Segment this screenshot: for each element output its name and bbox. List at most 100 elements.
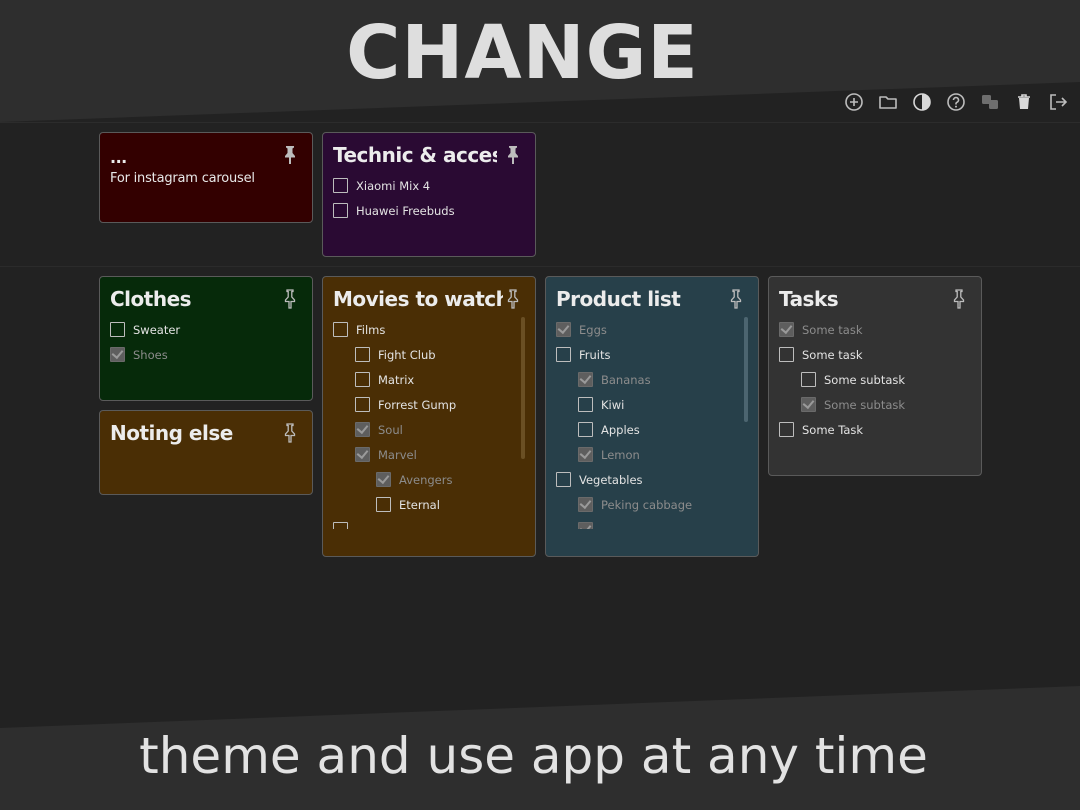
theme-contrast-icon <box>913 93 931 111</box>
promo-tagline: theme and use app at any time <box>139 727 928 785</box>
add-note-button[interactable] <box>842 90 866 114</box>
pin-icon[interactable] <box>505 289 521 309</box>
help-button[interactable] <box>944 90 968 114</box>
checklist-item-partial[interactable] <box>556 517 748 529</box>
checkbox[interactable] <box>355 422 370 437</box>
checklist-item[interactable]: Some subtask <box>779 367 971 392</box>
item-label: Sweater <box>133 322 181 337</box>
checklist-item[interactable]: Marvel <box>333 442 525 467</box>
checkbox[interactable] <box>578 522 593 529</box>
checkbox[interactable] <box>779 347 794 362</box>
item-label: Avengers <box>399 472 453 487</box>
pin-icon[interactable] <box>282 145 298 165</box>
checklist-item[interactable]: Matrix <box>333 367 525 392</box>
checklist-item[interactable]: Avengers <box>333 467 525 492</box>
checkbox[interactable] <box>801 397 816 412</box>
checklist-item[interactable]: Fruits <box>556 342 748 367</box>
item-label: Vegetables <box>579 472 643 487</box>
note-movies[interactable]: Movies to watch Films Fight Club Matrix … <box>322 276 536 557</box>
checklist-item[interactable]: Apples <box>556 417 748 442</box>
add-icon <box>845 93 863 111</box>
pin-icon[interactable] <box>728 289 744 309</box>
checklist-item[interactable]: Some task <box>779 317 971 342</box>
checklist-item[interactable]: Xiaomi Mix 4 <box>333 173 525 198</box>
note-technic[interactable]: Technic & accessories Xiaomi Mix 4 Huawe… <box>322 132 536 257</box>
translate-icon <box>982 95 998 109</box>
note-tasks[interactable]: Tasks Some task Some task Some subtask S… <box>768 276 982 476</box>
checkbox[interactable] <box>333 522 348 529</box>
checkbox[interactable] <box>333 322 348 337</box>
note-noting-else[interactable]: Noting else <box>99 410 313 495</box>
checkbox[interactable] <box>110 322 125 337</box>
item-label: Marvel <box>378 447 417 462</box>
item-label: Kiwi <box>601 397 625 412</box>
checkbox[interactable] <box>355 372 370 387</box>
checklist-item[interactable]: Kiwi <box>556 392 748 417</box>
checklist-item[interactable]: Some Task <box>779 417 971 442</box>
checklist-item[interactable]: Shoes <box>110 342 302 367</box>
checkbox[interactable] <box>556 322 571 337</box>
item-label: Xiaomi Mix 4 <box>356 178 431 193</box>
theme-toggle-button[interactable] <box>910 90 934 114</box>
header-divider <box>0 122 1080 123</box>
checkbox[interactable] <box>556 347 571 362</box>
note-title: Tasks <box>779 287 839 311</box>
checklist-item-partial[interactable] <box>333 517 525 529</box>
checklist-item[interactable]: Bananas <box>556 367 748 392</box>
checklist-item[interactable]: Sweater <box>110 317 302 342</box>
checklist-item[interactable]: Eternal <box>333 492 525 517</box>
checklist-item[interactable]: Vegetables <box>556 467 748 492</box>
checklist-item[interactable]: Peking cabbage <box>556 492 748 517</box>
folders-button[interactable] <box>876 90 900 114</box>
item-label: Films <box>356 322 386 337</box>
item-label: Matrix <box>378 372 415 387</box>
pin-icon[interactable] <box>505 145 521 165</box>
checklist-item[interactable]: Some task <box>779 342 971 367</box>
section-divider <box>0 266 1080 267</box>
pin-icon[interactable] <box>951 289 967 309</box>
pin-icon[interactable] <box>282 289 298 309</box>
checkbox[interactable] <box>801 372 816 387</box>
checkbox[interactable] <box>779 322 794 337</box>
note-title: Noting else <box>110 421 233 445</box>
note-clothes[interactable]: Clothes Sweater Shoes <box>99 276 313 401</box>
checkbox[interactable] <box>355 347 370 362</box>
checkbox[interactable] <box>376 472 391 487</box>
checkbox[interactable] <box>333 178 348 193</box>
checklist-item[interactable]: Eggs <box>556 317 748 342</box>
note-product-list[interactable]: Product list Eggs Fruits Bananas Kiwi Ap… <box>545 276 759 557</box>
note-instagram[interactable]: ... For instagram carousel <box>99 132 313 223</box>
trash-button[interactable] <box>1012 90 1036 114</box>
checklist-item[interactable]: Films <box>333 317 525 342</box>
checkbox[interactable] <box>578 397 593 412</box>
item-label: Eternal <box>399 497 440 512</box>
note-title: Clothes <box>110 287 192 311</box>
logout-button[interactable] <box>1046 90 1070 114</box>
checklist-item[interactable]: Soul <box>333 417 525 442</box>
checkbox[interactable] <box>556 472 571 487</box>
checklist-item[interactable]: Huawei Freebuds <box>333 198 525 223</box>
checklist-item[interactable]: Fight Club <box>333 342 525 367</box>
pin-icon[interactable] <box>282 423 298 443</box>
checklist-item[interactable]: Some subtask <box>779 392 971 417</box>
checkbox[interactable] <box>355 447 370 462</box>
folder-icon <box>879 96 897 109</box>
note-title: Movies to watch <box>333 287 503 311</box>
item-label: Huawei Freebuds <box>356 203 455 218</box>
checkbox[interactable] <box>779 422 794 437</box>
checklist-item[interactable]: Forrest Gump <box>333 392 525 417</box>
checkbox[interactable] <box>578 372 593 387</box>
item-label: Peking cabbage <box>601 497 693 512</box>
item-label: Some subtask <box>824 372 906 387</box>
checkbox[interactable] <box>578 447 593 462</box>
checkbox[interactable] <box>333 203 348 218</box>
checkbox[interactable] <box>578 422 593 437</box>
toolbar <box>842 90 1070 114</box>
checkbox[interactable] <box>355 397 370 412</box>
checklist-item[interactable]: Lemon <box>556 442 748 467</box>
checkbox[interactable] <box>578 497 593 512</box>
promo-headline: CHANGE <box>346 10 699 96</box>
checkbox[interactable] <box>110 347 125 362</box>
language-button[interactable] <box>978 90 1002 114</box>
checkbox[interactable] <box>376 497 391 512</box>
